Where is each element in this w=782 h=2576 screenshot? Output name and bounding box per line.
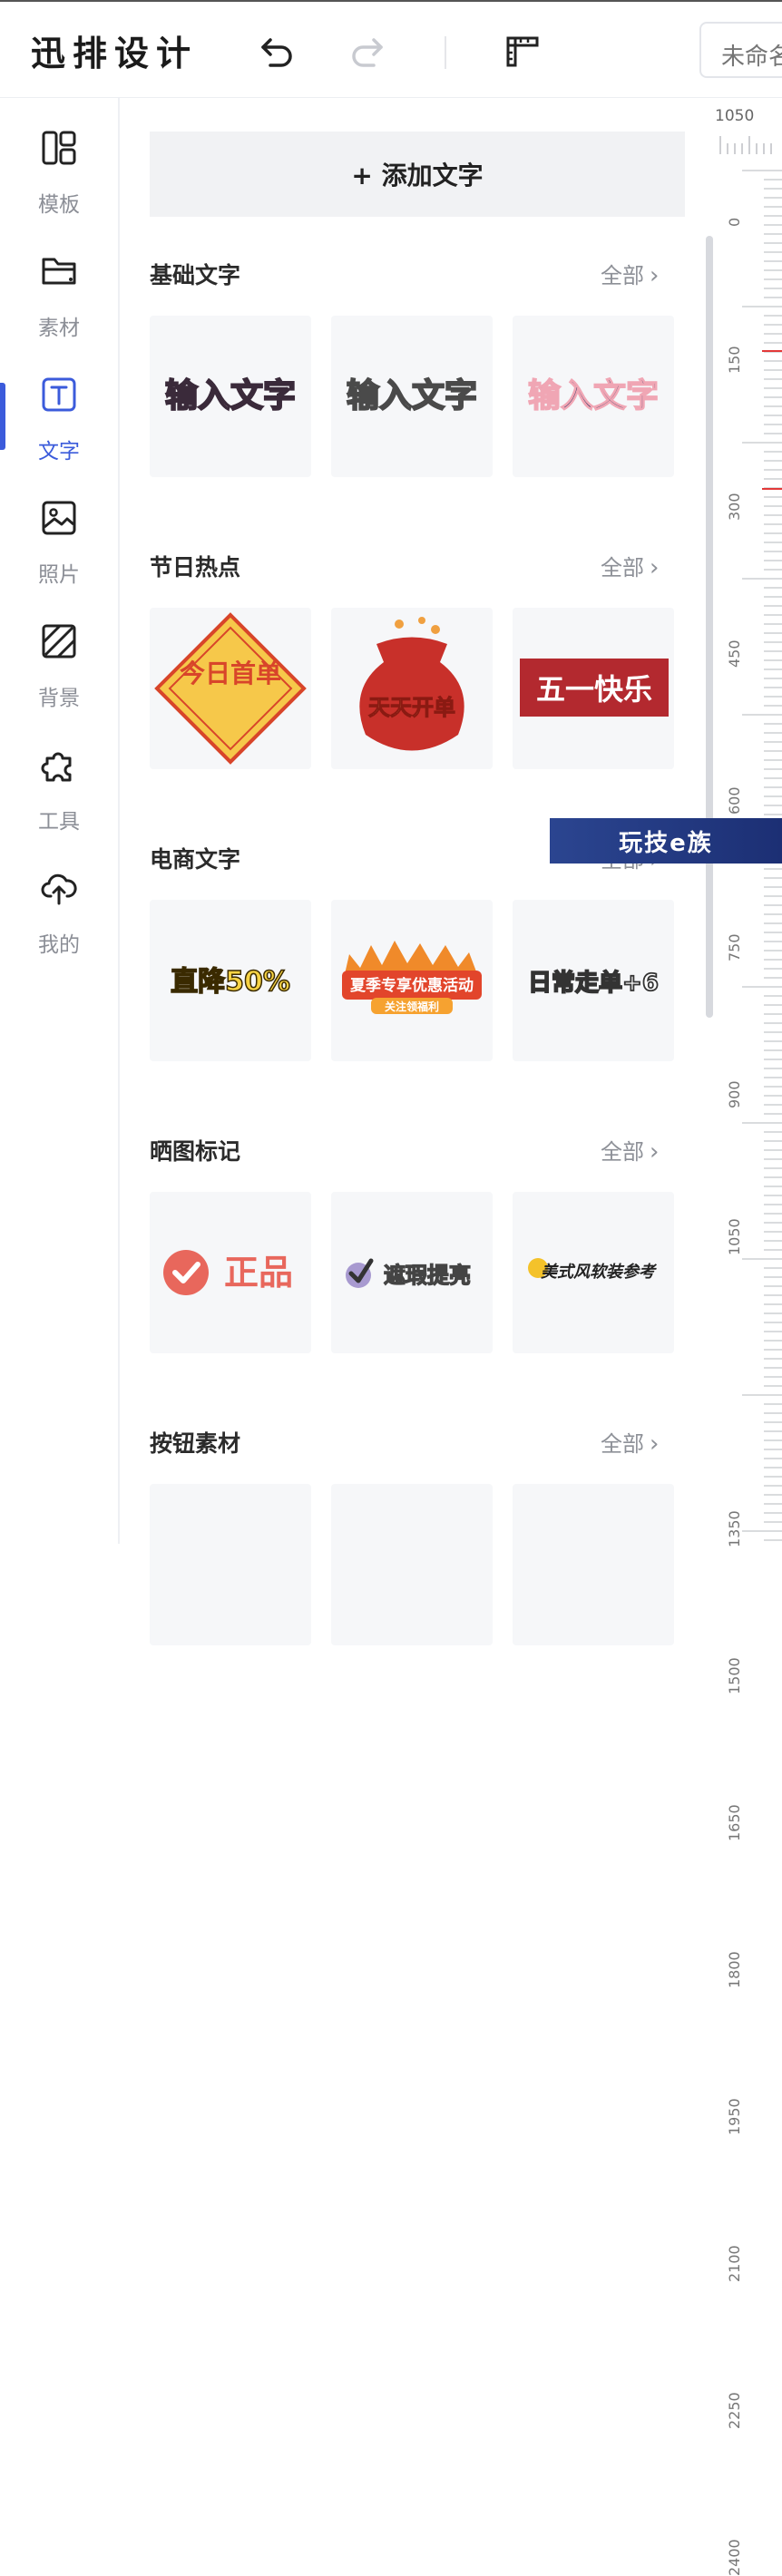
ruler-label: 900 <box>726 1080 743 1108</box>
sidebar-item-photo[interactable]: 照片 <box>0 499 118 599</box>
text-template-card[interactable]: 直降50% <box>150 900 311 1061</box>
ruler-guide-marker <box>762 350 782 352</box>
ruler-label: 2100 <box>726 2245 743 2282</box>
text-template-card[interactable]: 输入文字 <box>331 316 493 477</box>
sidebar-label: 我的 <box>38 933 80 957</box>
ruler-label: 1350 <box>726 1510 743 1547</box>
text-template-card[interactable]: 正品 <box>150 1192 311 1353</box>
panel-scrollbar[interactable] <box>706 236 713 1018</box>
ruler-icon[interactable] <box>501 29 544 73</box>
undo-icon[interactable] <box>256 29 299 73</box>
text-template-card[interactable]: 五一快乐 <box>513 608 674 769</box>
section-title-basic-text: 基础文字 <box>150 262 241 288</box>
text-template-card[interactable] <box>331 1484 493 1645</box>
chevron-right-icon: › <box>650 1138 660 1166</box>
ruler-label: 600 <box>726 786 743 815</box>
card-text: 输入文字 <box>528 377 659 415</box>
chevron-right-icon: › <box>650 262 660 289</box>
sidebar-label: 模板 <box>38 193 80 217</box>
sidebar-item-background[interactable]: 背景 <box>0 622 118 722</box>
folder-icon <box>42 258 76 285</box>
card-text: 五一快乐 <box>536 672 652 707</box>
ruler-label: 750 <box>726 933 743 961</box>
watermark: 玩技e族 <box>550 818 782 864</box>
card-text: 日常走单+6 <box>528 970 659 997</box>
sidebar-item-mine[interactable]: 我的 <box>0 869 118 969</box>
section-all-link[interactable]: 全部› <box>601 1134 659 1166</box>
add-text-button[interactable]: + 添加文字 <box>150 132 685 217</box>
ruler-label: 450 <box>726 639 743 668</box>
card-text: 今日首单 <box>180 659 281 688</box>
ruler-label: 1650 <box>726 1804 743 1841</box>
sidebar-label: 背景 <box>38 687 80 710</box>
redo-icon[interactable] <box>345 29 388 73</box>
ruler-label: 0 <box>726 217 743 227</box>
text-template-card[interactable]: 输入文字 <box>150 316 311 477</box>
sidebar-item-text[interactable]: 文字 <box>0 376 118 475</box>
card-text: 输入文字 <box>347 377 477 415</box>
all-label: 全部 <box>601 555 644 581</box>
card-text: 夏季专享优惠活动 <box>350 976 474 995</box>
ruler-top-value: 1050 <box>715 107 755 125</box>
card-text: 遮瑕提亮 <box>384 1263 471 1288</box>
chevron-right-icon: › <box>650 554 660 581</box>
ruler-label: 1800 <box>726 1951 743 1988</box>
text-template-card[interactable] <box>150 1484 311 1645</box>
cloud-upload-icon <box>41 873 77 905</box>
section-title-ecommerce: 电商文字 <box>150 846 241 873</box>
template-icon <box>42 131 76 165</box>
ruler-label: 150 <box>726 346 743 374</box>
text-template-card[interactable]: 遮瑕提亮 <box>331 1192 493 1353</box>
card-text: 输入文字 <box>165 377 296 415</box>
ruler-label: 1050 <box>726 1218 743 1255</box>
section-all-link[interactable]: 全部› <box>601 550 659 581</box>
chevron-right-icon: › <box>650 1430 660 1458</box>
sidebar-label: 素材 <box>38 317 80 340</box>
section-all-link[interactable]: 全部› <box>601 1426 659 1458</box>
card-text: 美式风软装参考 <box>541 1263 658 1282</box>
sidebar: 模板 素材 文字 照片 背景 工具 我的 <box>0 98 120 1544</box>
card-subtext: 关注领福利 <box>385 1000 439 1013</box>
ruler-label: 2250 <box>726 2392 743 2429</box>
text-template-card[interactable]: 今日首单 <box>150 608 311 769</box>
text-template-card[interactable] <box>513 1484 674 1645</box>
puzzle-icon <box>41 752 72 782</box>
section-title-holiday: 节日热点 <box>150 554 241 581</box>
ruler-label: 1950 <box>726 2098 743 2135</box>
image-icon <box>42 501 76 535</box>
top-toolbar: 迅排设计 <box>0 0 782 98</box>
card-text: 正品 <box>224 1253 293 1293</box>
text-template-card[interactable]: 输入文字 <box>513 316 674 477</box>
section-title-button-material: 按钮素材 <box>150 1430 241 1457</box>
ruler-label: 300 <box>726 493 743 521</box>
card-text: 直降50% <box>171 966 290 998</box>
section-all-link[interactable]: 全部› <box>601 258 659 289</box>
ruler-guide-marker <box>762 488 782 490</box>
sidebar-label: 照片 <box>38 563 80 587</box>
text-template-card[interactable]: 夏季专享优惠活动关注领福利 <box>331 900 493 1061</box>
text-template-card[interactable]: 天天开单 <box>331 608 493 769</box>
sidebar-item-template[interactable]: 模板 <box>0 129 118 229</box>
card-text: 天天开单 <box>368 695 455 720</box>
app-logo: 迅排设计 <box>31 33 199 73</box>
sidebar-label: 文字 <box>38 440 80 463</box>
sidebar-item-tools[interactable]: 工具 <box>0 746 118 845</box>
all-label: 全部 <box>601 263 644 288</box>
filename-input[interactable] <box>699 22 782 78</box>
toolbar-divider <box>445 36 446 69</box>
text-icon <box>42 377 76 412</box>
text-template-card[interactable]: 日常走单+6 <box>513 900 674 1061</box>
sidebar-label: 工具 <box>38 810 80 834</box>
sidebar-item-material[interactable]: 素材 <box>0 252 118 352</box>
section-title-photo-mark: 晒图标记 <box>150 1138 241 1165</box>
ruler-label: 1500 <box>726 1657 743 1694</box>
ruler-label: 2400 <box>726 2539 743 2576</box>
all-label: 全部 <box>601 1139 644 1165</box>
all-label: 全部 <box>601 1431 644 1457</box>
text-template-card[interactable]: 美式风软装参考 <box>513 1192 674 1353</box>
background-icon <box>42 624 76 659</box>
